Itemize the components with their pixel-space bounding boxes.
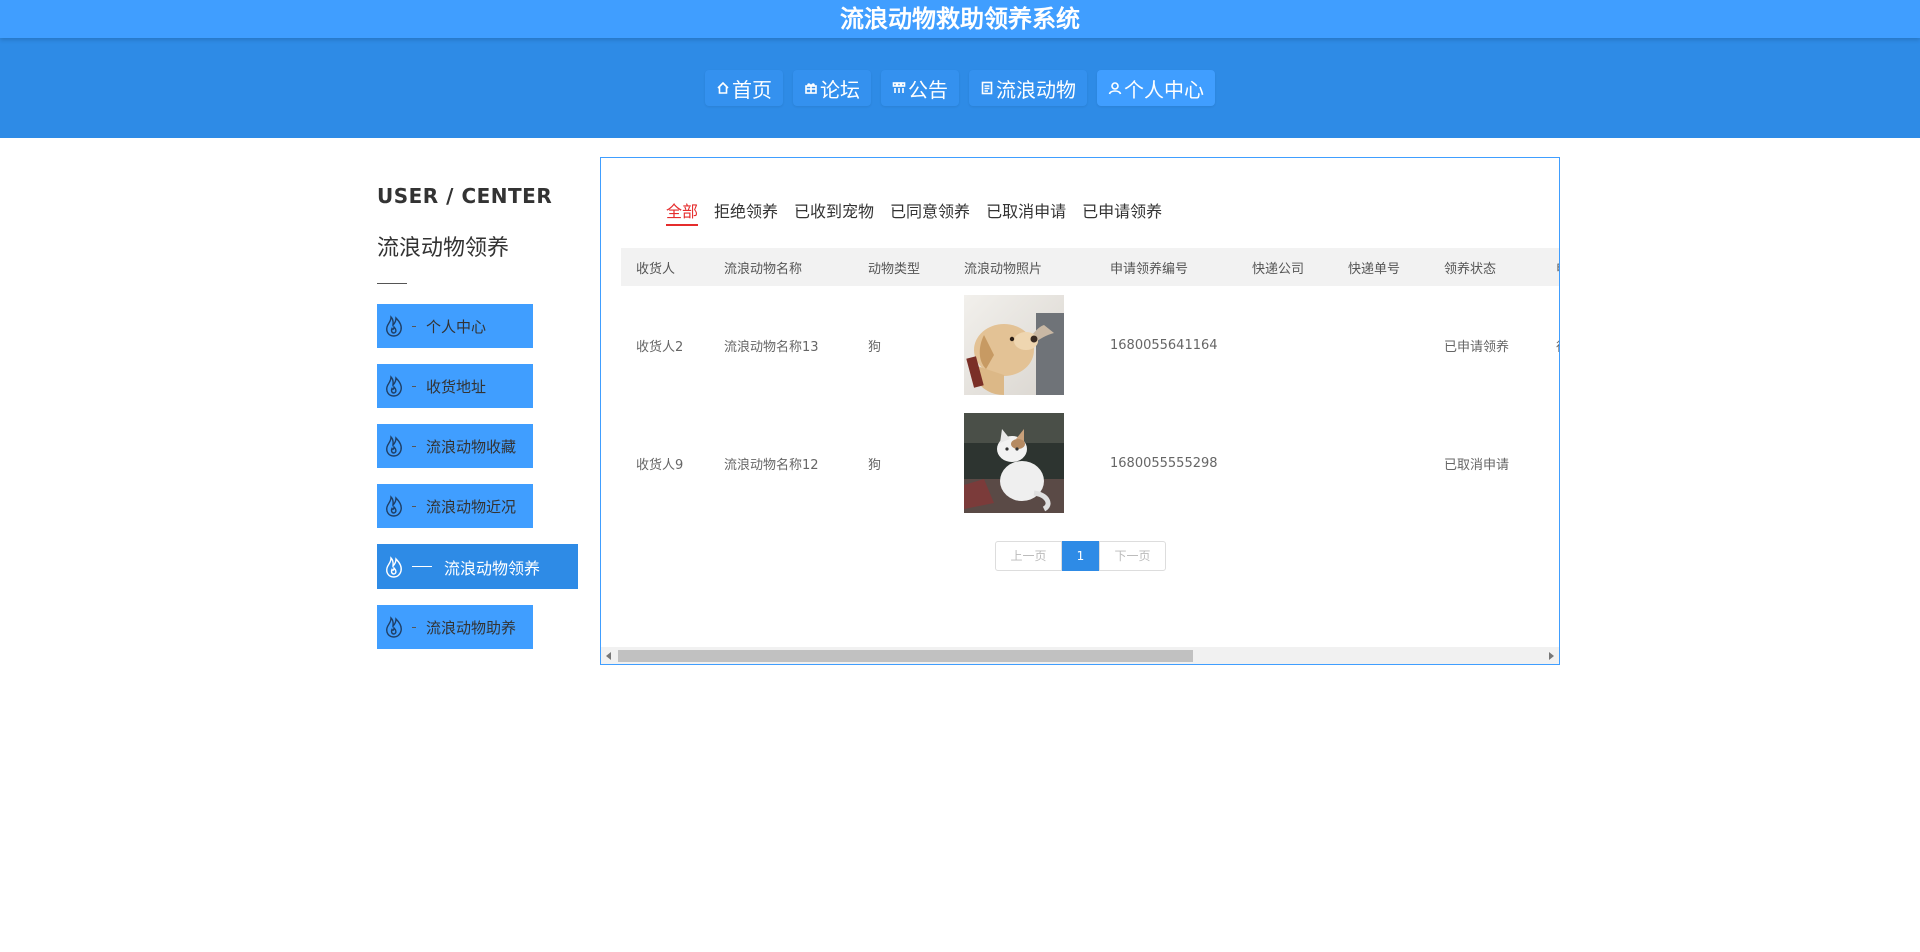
table-row[interactable]: 收货人9 流浪动物名称12 狗 1680055555298 已取消申请 — [621, 404, 1559, 522]
sidebar-item-status[interactable]: 流浪动物近况 — [377, 484, 533, 528]
dog-photo[interactable] — [964, 295, 1064, 395]
menu-dash — [412, 626, 416, 628]
sidebar-item-label: 个人中心 — [426, 317, 487, 336]
scroll-left-arrow-icon[interactable] — [601, 647, 618, 664]
gift-icon — [805, 83, 817, 94]
sidebar-item-label: 流浪动物收藏 — [426, 437, 517, 456]
tab-rejected[interactable]: 拒绝领养 — [714, 198, 778, 226]
nav-notice[interactable]: 公告 — [881, 70, 959, 106]
cat-photo[interactable] — [964, 413, 1064, 513]
col-animal-name: 流浪动物名称 — [709, 248, 853, 286]
user-icon — [1108, 82, 1122, 95]
sidebar-item-label: 流浪动物助养 — [426, 618, 517, 637]
tab-all[interactable]: 全部 — [666, 198, 699, 226]
sidebar-item-address[interactable]: 收货地址 — [377, 364, 533, 408]
pagination: 上一页 1 下一页 — [995, 541, 1166, 571]
nav-forum[interactable]: 论坛 — [793, 70, 871, 106]
menu-dash — [412, 325, 416, 327]
grid-icon — [892, 82, 906, 93]
cell-status: 已申请领养 — [1444, 339, 1510, 355]
menu-dash — [412, 445, 416, 447]
status-tabs: 全部 拒绝领养 已收到宠物 已同意领养 已取消申请 已申请领养 — [666, 198, 1178, 226]
flame-icon — [382, 374, 406, 398]
col-tracking: 快递单号 — [1333, 248, 1429, 286]
sidebar-title-zh: 流浪动物领养 — [377, 236, 510, 261]
sidebar-item-label: 流浪动物近况 — [426, 497, 517, 516]
nav-animals-label: 流浪动物 — [996, 77, 1076, 102]
sidebar-item-adoption[interactable]: 流浪动物领养 — [377, 544, 578, 589]
cell-courier — [1237, 286, 1333, 404]
col-animal-type: 动物类型 — [853, 248, 949, 286]
nav-animals[interactable]: 流浪动物 — [969, 70, 1087, 106]
flame-icon — [382, 615, 406, 639]
cell-truncated — [1541, 404, 1559, 522]
col-receiver: 收货人 — [621, 248, 709, 286]
sidebar-item-favorites[interactable]: 流浪动物收藏 — [377, 424, 533, 468]
site-title: 流浪动物救助领养系统 — [0, 0, 1920, 38]
col-courier: 快递公司 — [1237, 248, 1333, 286]
cell-receiver: 收货人9 — [636, 457, 684, 473]
cell-animal-type: 狗 — [868, 339, 882, 355]
tab-cancelled[interactable]: 已取消申请 — [986, 198, 1066, 226]
menu-dash — [412, 505, 416, 507]
cell-application-number: 1680055555298 — [1110, 455, 1218, 471]
sidebar-divider — [377, 283, 407, 284]
cell-receiver: 收货人2 — [636, 339, 684, 355]
cell-truncated: 待 — [1541, 286, 1559, 404]
main-nav: 首页 论坛 公告 流浪动物 个人中心 — [0, 38, 1920, 138]
page-number-button[interactable]: 1 — [1062, 541, 1099, 571]
nav-notice-label: 公告 — [908, 77, 948, 102]
flame-icon — [382, 434, 406, 458]
horizontal-scrollbar[interactable] — [601, 647, 1559, 664]
cell-animal-name: 流浪动物名称12 — [724, 457, 819, 473]
nav-home[interactable]: 首页 — [705, 70, 783, 106]
nav-forum-label: 论坛 — [820, 77, 860, 102]
cell-photo — [949, 404, 1095, 522]
adoption-table: 收货人 流浪动物名称 动物类型 流浪动物照片 申请领养编号 快递公司 快递单号 … — [621, 248, 1559, 522]
adoption-panel: 全部 拒绝领养 已收到宠物 已同意领养 已取消申请 已申请领养 收货人 流浪动物… — [600, 157, 1560, 665]
tab-approved[interactable]: 已同意领养 — [890, 198, 970, 226]
sidebar-item-label: 流浪动物领养 — [444, 558, 541, 578]
tab-received[interactable]: 已收到宠物 — [794, 198, 874, 226]
nav-user-center[interactable]: 个人中心 — [1097, 70, 1215, 106]
sidebar-item-sponsor[interactable]: 流浪动物助养 — [377, 605, 533, 649]
col-status: 领养状态 — [1429, 248, 1541, 286]
cell-courier — [1237, 404, 1333, 522]
col-animal-photo: 流浪动物照片 — [949, 248, 1095, 286]
sidebar-item-user-center[interactable]: 个人中心 — [377, 304, 533, 348]
cell-status: 已取消申请 — [1444, 457, 1510, 473]
document-icon — [981, 81, 993, 95]
col-application-number: 申请领养编号 — [1095, 248, 1237, 286]
cell-application-number: 1680055641164 — [1110, 337, 1218, 353]
nav-home-label: 首页 — [732, 77, 772, 102]
cell-tracking — [1333, 286, 1429, 404]
sidebar-title-en: USER / CENTER — [377, 184, 553, 208]
menu-dash — [412, 385, 416, 387]
table-row[interactable]: 收货人2 流浪动物名称13 狗 1680055641164 已申请领养 — [621, 286, 1559, 404]
scrollbar-thumb[interactable] — [618, 650, 1193, 662]
next-page-button[interactable]: 下一页 — [1099, 541, 1166, 571]
prev-page-button[interactable]: 上一页 — [995, 541, 1062, 571]
tab-applied[interactable]: 已申请领养 — [1082, 198, 1162, 226]
home-icon — [717, 81, 729, 94]
flame-icon — [382, 314, 406, 338]
cell-photo — [949, 286, 1095, 404]
menu-dash — [412, 566, 432, 567]
cell-animal-name: 流浪动物名称13 — [724, 339, 819, 355]
nav-user-center-label: 个人中心 — [1124, 77, 1204, 102]
table-header: 收货人 流浪动物名称 动物类型 流浪动物照片 申请领养编号 快递公司 快递单号 … — [621, 248, 1559, 286]
scroll-right-arrow-icon[interactable] — [1542, 647, 1559, 664]
sidebar-item-label: 收货地址 — [426, 377, 487, 396]
flame-icon — [382, 494, 406, 518]
cell-tracking — [1333, 404, 1429, 522]
cell-animal-type: 狗 — [868, 457, 882, 473]
col-truncated: 申 — [1541, 248, 1559, 286]
sidebar: USER / CENTER 流浪动物领养 个人中心 收货地址 流浪动物收藏 流浪… — [377, 184, 587, 665]
flame-icon — [382, 555, 406, 579]
